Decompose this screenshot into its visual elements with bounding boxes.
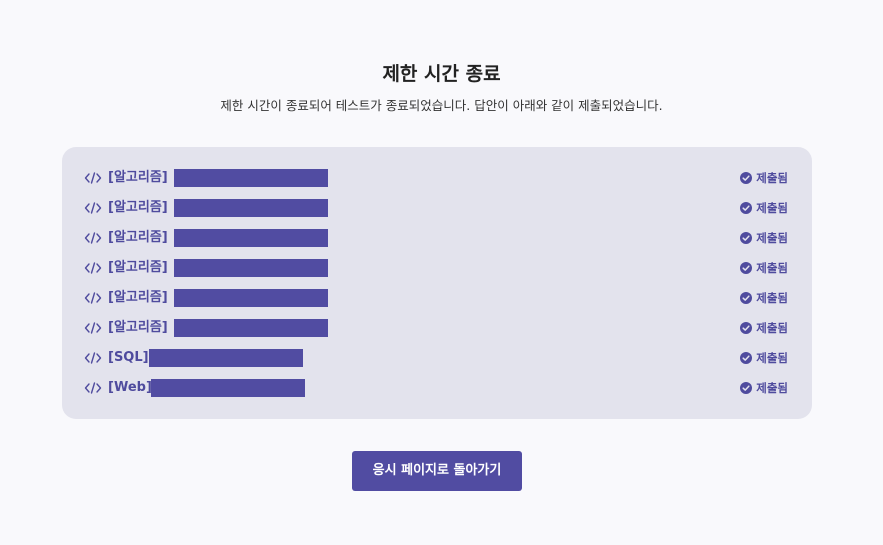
check-circle-icon bbox=[740, 352, 753, 364]
check-circle-icon bbox=[740, 232, 753, 244]
submission-category-label: [알고리즘] bbox=[108, 170, 168, 185]
check-circle-icon bbox=[740, 382, 753, 394]
check-circle-icon bbox=[740, 292, 753, 304]
back-to-exam-button[interactable]: 응시 페이지로 돌아가기 bbox=[352, 451, 522, 491]
submission-category-label: [알고리즘] bbox=[108, 290, 168, 305]
code-icon bbox=[84, 322, 102, 334]
submission-list: [알고리즘] 제출됨 [알고리즘] 제출됨 [알고리즘] 제출됨 [알고리즘] 제출됨 [알고리… bbox=[62, 147, 812, 419]
check-circle-icon bbox=[740, 202, 753, 214]
submission-status: 제출됨 bbox=[740, 169, 788, 187]
submission-category-label: [SQL] bbox=[108, 350, 149, 365]
submission-status-label: 제출됨 bbox=[756, 231, 788, 245]
redacted-problem-title bbox=[174, 169, 328, 187]
redacted-problem-title bbox=[174, 199, 328, 217]
submission-category-label: [알고리즘] bbox=[108, 200, 168, 215]
submission-status: 제출됨 bbox=[740, 319, 788, 337]
submission-status: 제출됨 bbox=[740, 229, 788, 247]
submission-status-label: 제출됨 bbox=[756, 291, 788, 305]
code-icon bbox=[84, 382, 102, 394]
code-icon bbox=[84, 232, 102, 244]
check-circle-icon bbox=[740, 262, 753, 274]
submission-status-label: 제출됨 bbox=[756, 201, 788, 215]
submission-row: [SQL] 제출됨 bbox=[62, 343, 812, 373]
submission-category-label: [Web] bbox=[108, 380, 152, 395]
submission-row: [알고리즘] 제출됨 bbox=[62, 253, 812, 283]
submission-category-label: [알고리즘] bbox=[108, 260, 168, 275]
redacted-problem-title bbox=[174, 229, 328, 247]
submission-status-label: 제출됨 bbox=[756, 171, 788, 185]
submission-status: 제출됨 bbox=[740, 349, 788, 367]
submission-row: [알고리즘] 제출됨 bbox=[62, 193, 812, 223]
code-icon bbox=[84, 292, 102, 304]
submission-status-label: 제출됨 bbox=[756, 261, 788, 275]
redacted-problem-title bbox=[151, 379, 305, 397]
code-icon bbox=[84, 172, 102, 184]
check-circle-icon bbox=[740, 322, 753, 334]
submission-category-label: [알고리즘] bbox=[108, 320, 168, 335]
submission-row: [Web] 제출됨 bbox=[62, 373, 812, 403]
code-icon bbox=[84, 262, 102, 274]
submission-status: 제출됨 bbox=[740, 379, 788, 397]
page-subtitle: 제한 시간이 종료되어 테스트가 종료되었습니다. 답안이 아래와 같이 제출되… bbox=[220, 98, 663, 113]
check-circle-icon bbox=[740, 172, 753, 184]
code-icon bbox=[84, 352, 102, 364]
code-icon bbox=[84, 202, 102, 214]
submission-status: 제출됨 bbox=[740, 289, 788, 307]
redacted-problem-title bbox=[174, 259, 328, 277]
submission-status: 제출됨 bbox=[740, 199, 788, 217]
redacted-problem-title bbox=[149, 349, 303, 367]
submission-status-label: 제출됨 bbox=[756, 321, 788, 335]
submission-row: [알고리즘] 제출됨 bbox=[62, 163, 812, 193]
submission-status: 제출됨 bbox=[740, 259, 788, 277]
page-title: 제한 시간 종료 bbox=[382, 63, 501, 85]
submission-status-label: 제출됨 bbox=[756, 381, 788, 395]
submission-status-label: 제출됨 bbox=[756, 351, 788, 365]
submission-category-label: [알고리즘] bbox=[108, 230, 168, 245]
submission-row: [알고리즘] 제출됨 bbox=[62, 313, 812, 343]
submission-row: [알고리즘] 제출됨 bbox=[62, 223, 812, 253]
page: 제한 시간 종료 제한 시간이 종료되어 테스트가 종료되었습니다. 답안이 아… bbox=[0, 0, 883, 545]
submission-row: [알고리즘] 제출됨 bbox=[62, 283, 812, 313]
redacted-problem-title bbox=[174, 289, 328, 307]
redacted-problem-title bbox=[174, 319, 328, 337]
